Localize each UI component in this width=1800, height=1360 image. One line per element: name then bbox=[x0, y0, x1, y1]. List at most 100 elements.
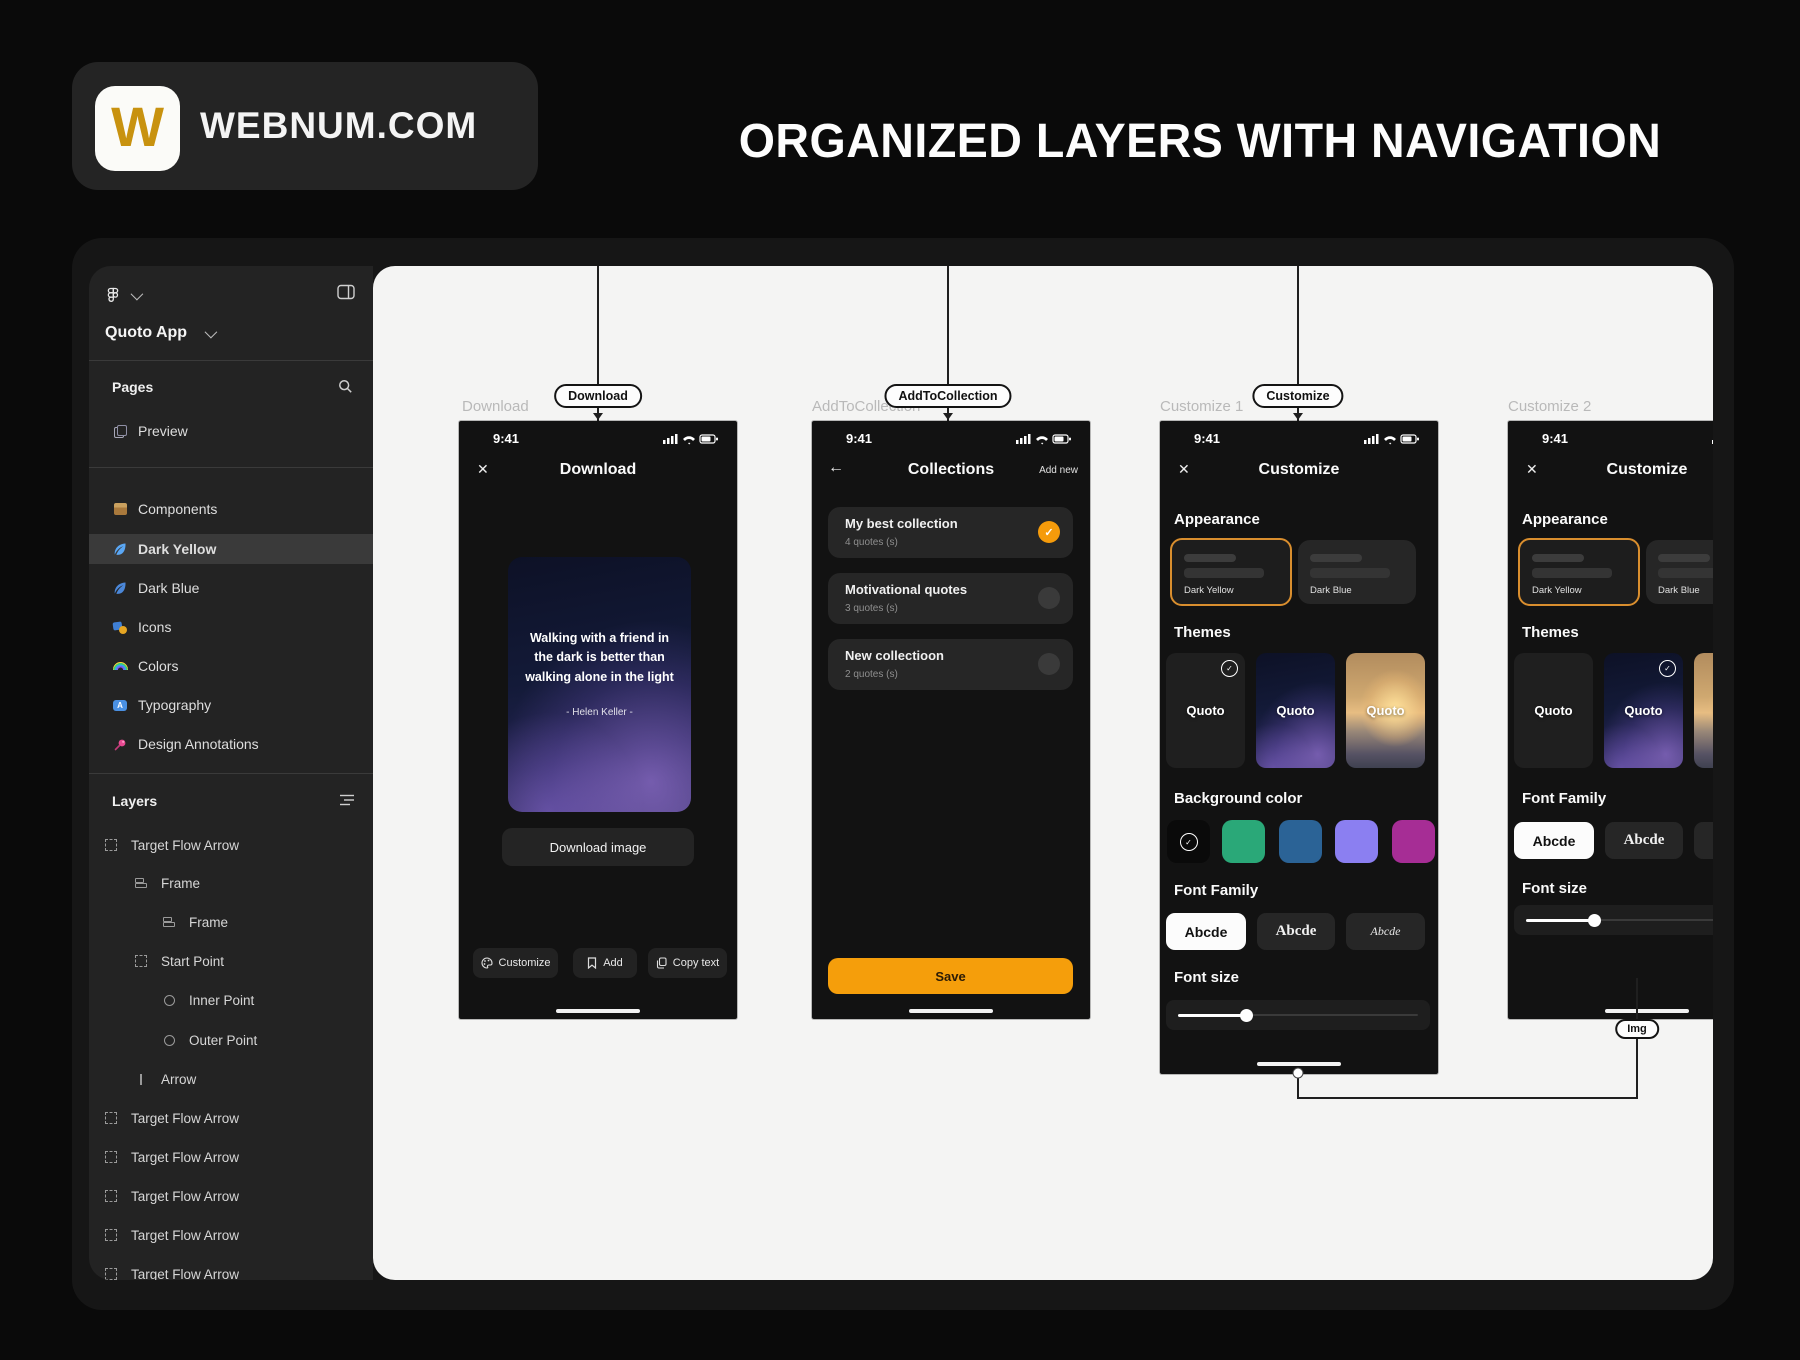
customize-button[interactable]: Customize bbox=[473, 948, 558, 978]
check-circle-icon[interactable] bbox=[1038, 587, 1060, 609]
theme-option-dark[interactable]: Quoto bbox=[1514, 653, 1593, 768]
font-size-slider[interactable] bbox=[1514, 905, 1713, 935]
sidebar-item-icons[interactable]: Icons bbox=[89, 612, 373, 642]
phone-frame-customize-2[interactable]: 9:41 ✕ Customize Appearance Dark Yellow … bbox=[1508, 421, 1713, 1019]
status-icons bbox=[1016, 432, 1072, 446]
project-name[interactable]: Quoto App bbox=[105, 324, 187, 342]
font-option-serif[interactable]: Abcde bbox=[1257, 913, 1335, 950]
sidebar-item-dark-yellow[interactable]: Dark Yellow bbox=[89, 534, 373, 564]
frame-icon bbox=[163, 916, 175, 928]
flow-badge-customize[interactable]: Customize bbox=[1252, 384, 1343, 408]
design-canvas[interactable]: Download AddToCollection Customize Downl… bbox=[373, 266, 1713, 1280]
theme-option-dark[interactable]: ✓ Quoto bbox=[1166, 653, 1245, 768]
flow-badge-download[interactable]: Download bbox=[554, 384, 642, 408]
layer-row-target-flow-arrow[interactable]: Target Flow Arrow bbox=[89, 1259, 373, 1280]
layer-list-icon[interactable] bbox=[339, 793, 355, 807]
sidebar-item-typography[interactable]: A Typography bbox=[89, 690, 373, 720]
appearance-option-dark-yellow[interactable]: Dark Yellow bbox=[1518, 538, 1640, 606]
layer-row-inner-point[interactable]: Inner Point bbox=[89, 985, 373, 1015]
collection-item[interactable]: Motivational quotes 3 quotes (s) bbox=[828, 573, 1073, 624]
add-button[interactable]: Add bbox=[573, 948, 637, 978]
collection-title: New collectioon bbox=[845, 648, 944, 663]
layer-row-arrow[interactable]: Arrow bbox=[89, 1064, 373, 1094]
appearance-option-label: Dark Blue bbox=[1310, 585, 1352, 596]
flow-badge-addtocollection[interactable]: AddToCollection bbox=[884, 384, 1011, 408]
layer-row-target-flow-arrow[interactable]: Target Flow Arrow bbox=[89, 1142, 373, 1172]
dashed-frame-icon bbox=[105, 1268, 117, 1280]
layer-label: Frame bbox=[189, 915, 228, 930]
font-option-sans[interactable]: Abcde bbox=[1514, 822, 1594, 859]
font-option-serif[interactable]: Abcde bbox=[1605, 822, 1683, 859]
search-icon[interactable] bbox=[338, 379, 353, 394]
sidebar-item-colors[interactable]: Colors bbox=[89, 651, 373, 681]
frame-label-download[interactable]: Download bbox=[462, 398, 529, 416]
add-new-link[interactable]: Add new bbox=[1039, 465, 1078, 476]
appearance-option-dark-yellow[interactable]: Dark Yellow bbox=[1170, 538, 1292, 606]
sidebar-item-label: Dark Yellow bbox=[138, 541, 216, 557]
font-option-script[interactable] bbox=[1694, 822, 1713, 859]
layer-row-outer-point[interactable]: Outer Point bbox=[89, 1025, 373, 1055]
package-icon bbox=[112, 501, 128, 517]
sidebar-item-label: Icons bbox=[138, 619, 171, 635]
download-image-button[interactable]: Download image bbox=[502, 828, 694, 866]
pages-label: Pages bbox=[112, 379, 153, 395]
color-swatch-green[interactable] bbox=[1222, 820, 1265, 863]
appearance-option-dark-blue[interactable]: Dark Blue bbox=[1646, 540, 1713, 604]
color-swatch-black[interactable]: ✓ bbox=[1167, 820, 1210, 863]
status-time: 9:41 bbox=[1194, 431, 1220, 446]
img-badge[interactable]: Img bbox=[1615, 1019, 1659, 1039]
check-circle-icon[interactable]: ✓ bbox=[1038, 521, 1060, 543]
appearance-option-dark-blue[interactable]: Dark Blue bbox=[1298, 540, 1416, 604]
sidebar-item-dark-blue[interactable]: Dark Blue bbox=[89, 573, 373, 603]
font-option-script[interactable]: Abcde bbox=[1346, 913, 1425, 950]
flow-arrowhead bbox=[593, 413, 603, 420]
collection-item[interactable]: My best collection 4 quotes (s) ✓ bbox=[828, 507, 1073, 558]
layer-row-target-flow-arrow[interactable]: Target Flow Arrow bbox=[89, 830, 373, 860]
chevron-down-icon[interactable] bbox=[131, 287, 144, 300]
layer-row-frame[interactable]: Frame bbox=[89, 868, 373, 898]
frame-label-customize1[interactable]: Customize 1 bbox=[1160, 398, 1243, 416]
quote-image-card: Walking with a friend in the dark is bet… bbox=[508, 557, 691, 812]
collection-title: My best collection bbox=[845, 516, 958, 531]
color-swatch-blue[interactable] bbox=[1279, 820, 1322, 863]
collection-count: 4 quotes (s) bbox=[845, 537, 898, 548]
color-swatch-purple[interactable] bbox=[1335, 820, 1378, 863]
phone-frame-collections[interactable]: 9:41 ← Collections Add new My best colle… bbox=[812, 421, 1090, 1019]
layer-row-target-flow-arrow[interactable]: Target Flow Arrow bbox=[89, 1103, 373, 1133]
toggle-sidebar-icon[interactable] bbox=[337, 284, 355, 300]
theme-option-nebula[interactable]: ✓ Quoto bbox=[1604, 653, 1683, 768]
layer-row-target-flow-arrow[interactable]: Target Flow Arrow bbox=[89, 1181, 373, 1211]
phone-frame-download[interactable]: 9:41 ✕ Download Walking with a friend in… bbox=[459, 421, 737, 1019]
status-icons bbox=[1712, 432, 1713, 446]
chevron-down-icon[interactable] bbox=[205, 325, 218, 338]
theme-name: Quoto bbox=[1694, 703, 1713, 718]
theme-option-sunset[interactable]: Quoto bbox=[1694, 653, 1713, 768]
layer-label: Start Point bbox=[161, 954, 224, 969]
theme-option-sunset[interactable]: Quoto bbox=[1346, 653, 1425, 768]
sidebar-item-preview[interactable]: Preview bbox=[89, 416, 373, 446]
layer-row-target-flow-arrow[interactable]: Target Flow Arrow bbox=[89, 1220, 373, 1250]
theme-option-nebula[interactable]: Quoto bbox=[1256, 653, 1335, 768]
font-option-sans[interactable]: Abcde bbox=[1166, 913, 1246, 950]
phone-frame-customize-1[interactable]: 9:41 ✕ Customize Appearance Dark Yellow … bbox=[1160, 421, 1438, 1074]
section-font-family: Font Family bbox=[1174, 882, 1258, 899]
save-button[interactable]: Save bbox=[828, 958, 1073, 994]
copy-text-button[interactable]: Copy text bbox=[648, 948, 727, 978]
connector-start-dot[interactable] bbox=[1293, 1068, 1304, 1079]
sidebar-item-components[interactable]: Components bbox=[89, 494, 373, 524]
figma-menu-icon[interactable] bbox=[105, 287, 121, 303]
bookmark-icon bbox=[587, 957, 597, 969]
collection-item[interactable]: New collectioon 2 quotes (s) bbox=[828, 639, 1073, 690]
color-swatch-magenta[interactable] bbox=[1392, 820, 1435, 863]
sidebar-item-design-annotations[interactable]: Design Annotations bbox=[89, 729, 373, 759]
screen-title: Customize bbox=[1160, 461, 1438, 479]
frame-label-customize2[interactable]: Customize 2 bbox=[1508, 398, 1591, 416]
layer-row-start-point[interactable]: Start Point bbox=[89, 946, 373, 976]
appearance-option-label: Dark Yellow bbox=[1532, 585, 1582, 596]
slider-knob[interactable] bbox=[1240, 1009, 1253, 1022]
font-size-slider[interactable] bbox=[1166, 1000, 1430, 1030]
check-circle-icon[interactable] bbox=[1038, 653, 1060, 675]
slider-knob[interactable] bbox=[1588, 914, 1601, 927]
layer-row-frame-nested[interactable]: Frame bbox=[89, 907, 373, 937]
collection-count: 2 quotes (s) bbox=[845, 669, 898, 680]
